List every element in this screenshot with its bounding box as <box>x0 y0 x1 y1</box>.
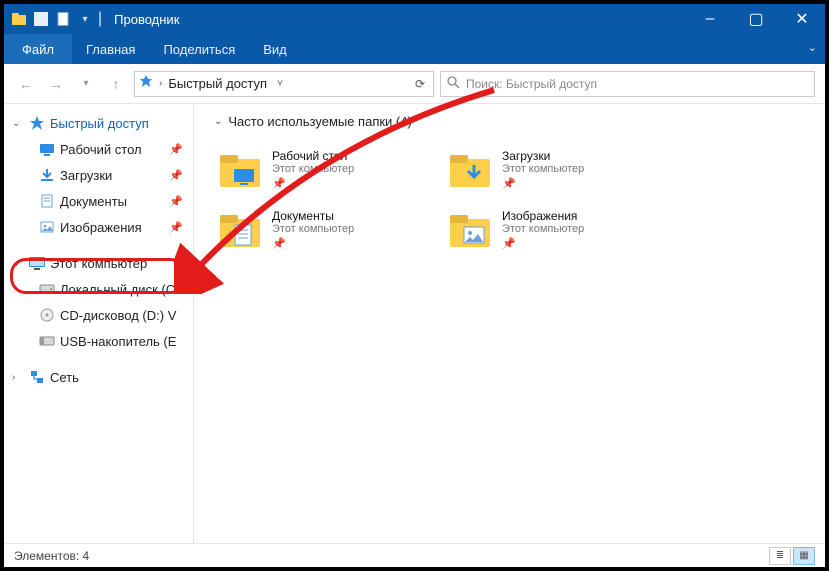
sidebar-item-label: Сеть <box>50 370 79 385</box>
view-details-button[interactable]: ≣ <box>769 547 791 565</box>
sidebar-item-label: CD-дисковод (D:) V <box>60 308 176 323</box>
sidebar-item-label: Изображения <box>60 220 142 235</box>
address-text: Быстрый доступ <box>168 76 267 91</box>
chevron-down-icon: ⌄ <box>214 116 222 127</box>
pin-icon: 📌 <box>169 143 183 156</box>
folder-item[interactable]: ДокументыЭтот компьютер 📌 <box>214 199 444 259</box>
cd-icon <box>38 306 56 324</box>
file-tab[interactable]: Файл <box>4 34 72 64</box>
address-row: ← → ▾ ↑ › Быстрый доступ ˅ ⟳ Поиск: Быст… <box>4 64 825 104</box>
breadcrumb-sep-icon: › <box>159 78 162 89</box>
folder-icon <box>448 207 492 251</box>
folder-item[interactable]: ЗагрузкиЭтот компьютер 📌 <box>444 139 674 199</box>
sidebar-item-label: Быстрый доступ <box>50 116 149 131</box>
pin-icon: 📌 <box>502 177 584 190</box>
ribbon-tab-share[interactable]: Поделиться <box>149 34 249 64</box>
nav-up-button[interactable]: ↑ <box>104 72 128 96</box>
nav-back-button[interactable]: ← <box>14 72 38 96</box>
sidebar-item-downloads[interactable]: Загрузки 📌 <box>4 162 193 188</box>
sidebar-this-pc[interactable]: ⌄ Этот компьютер <box>4 250 193 276</box>
desktop-icon <box>38 140 56 158</box>
folder-icon <box>218 147 262 191</box>
star-icon <box>28 114 46 132</box>
nav-history-dropdown[interactable]: ▾ <box>74 72 98 96</box>
ribbon-tab-home[interactable]: Главная <box>72 34 149 64</box>
folder-sub: Этот компьютер <box>272 223 354 235</box>
folder-icon <box>218 207 262 251</box>
view-icons-button[interactable]: ▦ <box>793 547 815 565</box>
pin-icon: 📌 <box>169 195 183 208</box>
sidebar-network[interactable]: › Сеть <box>4 364 193 390</box>
sidebar-item-label: Рабочий стол <box>60 142 142 157</box>
explorer-icon <box>10 10 28 28</box>
folder-item[interactable]: ИзображенияЭтот компьютер 📌 <box>444 199 674 259</box>
folder-icon <box>448 147 492 191</box>
status-bar: Элементов: 4 ≣ ▦ <box>4 543 825 567</box>
downloads-icon <box>38 166 56 184</box>
quick-access-star-icon <box>139 74 153 93</box>
folder-item[interactable]: Рабочий столЭтот компьютер 📌 <box>214 139 444 199</box>
pin-icon: 📌 <box>169 169 183 182</box>
search-icon <box>447 76 460 92</box>
sidebar-item-label: Этот компьютер <box>50 256 147 271</box>
status-text: Элементов: 4 <box>14 549 89 563</box>
sidebar-item-label: USB-накопитель (E <box>60 334 176 349</box>
folder-name: Документы <box>272 209 354 223</box>
search-placeholder: Поиск: Быстрый доступ <box>466 77 597 91</box>
hdd-icon <box>38 280 56 298</box>
sidebar-item-desktop[interactable]: Рабочий стол 📌 <box>4 136 193 162</box>
sidebar-item-local-disk[interactable]: Локальный диск (C <box>4 276 193 302</box>
pin-icon: 📌 <box>272 177 354 190</box>
chevron-down-icon[interactable]: ⌄ <box>12 258 24 269</box>
ribbon-tabs: Файл Главная Поделиться Вид ⌄ <box>4 34 825 64</box>
folder-name: Изображения <box>502 209 584 223</box>
sidebar-quick-access[interactable]: ⌄ Быстрый доступ <box>4 110 193 136</box>
qat-dropdown-icon[interactable]: ▾ <box>76 10 94 28</box>
folder-name: Рабочий стол <box>272 149 354 163</box>
ribbon-tab-view[interactable]: Вид <box>249 34 301 64</box>
section-frequent-folders[interactable]: ⌄ Часто используемые папки (4) <box>214 114 805 129</box>
minimize-button[interactable]: – <box>687 4 733 34</box>
folder-sub: Этот компьютер <box>502 223 584 235</box>
sidebar-item-label: Локальный диск (C <box>60 282 175 297</box>
pin-icon: 📌 <box>502 237 584 250</box>
sidebar-item-usb-drive[interactable]: USB-накопитель (E <box>4 328 193 354</box>
content-pane: ⌄ Часто используемые папки (4) Рабочий с… <box>194 104 825 543</box>
address-dropdown-icon[interactable]: ˅ <box>273 78 287 89</box>
close-button[interactable]: ✕ <box>779 4 825 34</box>
refresh-button[interactable]: ⟳ <box>411 77 429 91</box>
sidebar-item-cd-drive[interactable]: CD-дисковод (D:) V <box>4 302 193 328</box>
pictures-icon <box>38 218 56 236</box>
nav-forward-button[interactable]: → <box>44 72 68 96</box>
window-title: Проводник <box>114 12 179 27</box>
section-title: Часто используемые папки (4) <box>228 114 411 129</box>
qat-doc-icon[interactable] <box>54 10 72 28</box>
documents-icon <box>38 192 56 210</box>
computer-icon <box>28 254 46 272</box>
search-box[interactable]: Поиск: Быстрый доступ <box>440 71 815 97</box>
sidebar-item-documents[interactable]: Документы 📌 <box>4 188 193 214</box>
folder-sub: Этот компьютер <box>272 163 354 175</box>
address-bar[interactable]: › Быстрый доступ ˅ ⟳ <box>134 71 434 97</box>
pin-icon: 📌 <box>272 237 354 250</box>
maximize-button[interactable]: ▢ <box>733 4 779 34</box>
network-icon <box>28 368 46 386</box>
qat-save-icon[interactable] <box>32 10 50 28</box>
chevron-down-icon[interactable]: ⌄ <box>12 118 24 129</box>
folder-name: Загрузки <box>502 149 584 163</box>
navigation-pane: ⌄ Быстрый доступ Рабочий стол 📌 Загрузки… <box>4 104 194 543</box>
ribbon-expand-icon[interactable]: ⌄ <box>808 41 817 54</box>
sidebar-item-pictures[interactable]: Изображения 📌 <box>4 214 193 240</box>
usb-icon <box>38 332 56 350</box>
folder-sub: Этот компьютер <box>502 163 584 175</box>
sidebar-item-label: Загрузки <box>60 168 112 183</box>
chevron-right-icon[interactable]: › <box>12 372 24 383</box>
title-bar: ▾ | Проводник – ▢ ✕ <box>4 4 825 34</box>
sidebar-item-label: Документы <box>60 194 127 209</box>
pin-icon: 📌 <box>169 221 183 234</box>
